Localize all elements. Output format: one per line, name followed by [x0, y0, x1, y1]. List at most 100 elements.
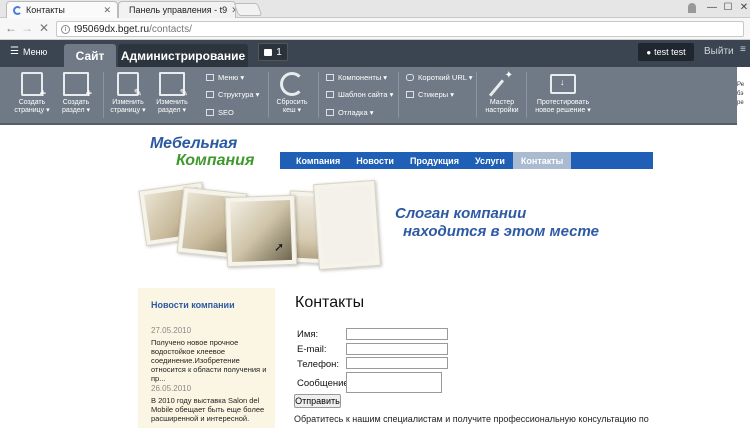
email-label: E-mail:: [297, 344, 327, 355]
edit-folder-icon: ✎: [159, 72, 188, 99]
close-tab-icon[interactable]: ✕: [103, 5, 111, 16]
edit-page-button[interactable]: ✎ Изменить страницу ▾: [106, 72, 150, 115]
debug-tool[interactable]: Отладка ▾: [326, 108, 374, 117]
banner-photo: [224, 194, 298, 268]
menu-tool-icon: [206, 74, 214, 81]
edit-page-label-2: страницу ▾: [110, 107, 146, 114]
close-window-icon[interactable]: ✕: [732, 0, 750, 16]
menu-tool[interactable]: Меню ▾: [206, 73, 244, 82]
reset-cache-label-1: Сбросить: [276, 99, 308, 106]
slogan-line1: Слоган компании: [395, 205, 527, 222]
banner-photo: [313, 179, 381, 271]
reset-cache-label-2: кеш ▾: [282, 107, 302, 114]
message-textarea[interactable]: [346, 372, 442, 393]
seo-tool-label: SEO: [218, 108, 234, 117]
create-page-button[interactable]: + Создать страницу ▾: [10, 72, 54, 115]
stop-loading-icon[interactable]: ✕: [37, 21, 51, 35]
news-title[interactable]: Новости компании: [151, 300, 235, 310]
edit-section-button[interactable]: ✎ Изменить раздел ▾: [150, 72, 194, 115]
toolbar-divider: [103, 72, 104, 118]
tab-administration[interactable]: Администрирование: [118, 44, 248, 67]
edit-page-label-1: Изменить: [112, 99, 144, 106]
setup-wizard-label-1: Мастер: [489, 99, 515, 106]
site-logo-line1[interactable]: Мебельная: [150, 135, 237, 153]
nav-item-news[interactable]: Новости: [348, 152, 402, 169]
tab-control-panel[interactable]: Панель управления - t9 ✕: [118, 1, 236, 18]
site-navigation: Компания Новости Продукция Услуги Контак…: [280, 152, 653, 169]
stickers-tool[interactable]: Стикеры ▾: [406, 90, 454, 99]
template-icon: [326, 91, 334, 98]
email-field[interactable]: [346, 343, 448, 355]
loading-icon: [13, 5, 22, 15]
tab-contacts[interactable]: Контакты ✕: [6, 1, 118, 18]
nav-item-services[interactable]: Услуги: [467, 152, 513, 169]
slogan-line2: находится в этом месте: [403, 223, 599, 240]
menu-button[interactable]: ☰ Меню: [10, 46, 47, 57]
news-text[interactable]: Получено новое прочное водостойкое клеев…: [151, 338, 269, 383]
nav-item-products[interactable]: Продукция: [402, 152, 467, 169]
nav-item-contacts[interactable]: Контакты: [512, 152, 572, 169]
tab-site[interactable]: Сайт: [64, 44, 116, 67]
notification-icon: [264, 48, 273, 56]
settings-icon[interactable]: ≡: [740, 44, 746, 55]
structure-tool[interactable]: Структура ▾: [206, 90, 259, 99]
create-page-label-1: Создать: [18, 99, 46, 106]
right-edge-cutoff: Ре бэ ре: [737, 67, 750, 125]
sticker-icon: [406, 91, 414, 98]
notification-count: 1: [276, 46, 282, 58]
menu-tool-label: Меню ▾: [218, 73, 245, 82]
test-new-solution-button[interactable]: ↓ Протестировать новое решение ▾: [534, 72, 592, 115]
mouse-cursor-icon: ➚: [274, 240, 285, 254]
name-field[interactable]: [346, 328, 448, 340]
test-solution-label-1: Протестировать: [536, 99, 590, 106]
site-logo-line2[interactable]: Компания: [176, 152, 254, 170]
logout-link[interactable]: Выйти: [704, 46, 734, 57]
reset-cache-button[interactable]: Сбросить кеш ▾: [270, 72, 314, 115]
setup-wizard-button[interactable]: ✦ Мастер настройки: [480, 71, 524, 115]
link-icon: [406, 74, 414, 81]
info-icon: i: [61, 24, 70, 34]
nav-item-company[interactable]: Компания: [288, 152, 348, 169]
short-url-tool[interactable]: Короткий URL ▾: [406, 73, 472, 82]
debug-icon: [326, 109, 334, 116]
site-template-tool[interactable]: Шаблон сайта ▾: [326, 90, 393, 99]
components-tool[interactable]: Компоненты ▾: [326, 73, 387, 82]
stickers-tool-label: Стикеры ▾: [418, 90, 454, 99]
new-tab-button[interactable]: [233, 3, 263, 16]
create-section-button[interactable]: + Создать раздел ▾: [54, 72, 98, 115]
seo-icon: [206, 109, 214, 116]
cutoff-text-3: ре: [737, 100, 744, 106]
seo-tool[interactable]: SEO: [206, 108, 234, 117]
news-date: 27.05.2010: [151, 326, 192, 335]
news-text[interactable]: В 2010 году выставка Salon del Mobile об…: [151, 396, 269, 423]
structure-icon: [206, 91, 214, 98]
user-menu[interactable]: ● test test: [638, 43, 694, 61]
menu-label: Меню: [22, 46, 48, 57]
name-label: Имя:: [297, 329, 319, 340]
components-tool-label: Компоненты ▾: [338, 73, 388, 82]
back-icon[interactable]: ←: [4, 21, 18, 35]
banner-photos: [138, 176, 388, 276]
url-path: /contacts/: [149, 23, 192, 35]
components-icon: [326, 74, 334, 81]
structure-tool-label: Структура ▾: [218, 90, 260, 99]
toolbar-divider: [268, 72, 269, 118]
forward-icon[interactable]: →: [20, 21, 34, 35]
cutoff-text-2: бэ: [737, 91, 744, 97]
toolbar-divider: [476, 72, 477, 118]
news-date: 26.05.2010: [151, 384, 192, 393]
tab-title: Контакты: [26, 5, 65, 15]
create-section-label-1: Создать: [62, 99, 90, 106]
user-icon: ●: [646, 47, 652, 57]
short-url-tool-label: Короткий URL ▾: [418, 73, 473, 82]
phone-label: Телефон:: [297, 359, 340, 370]
notifications-button[interactable]: 1: [258, 43, 288, 61]
new-folder-icon: +: [63, 72, 92, 100]
url-input[interactable]: i t95069dx.bget.ru/contacts/: [56, 21, 744, 37]
page-title: Контакты: [295, 294, 365, 311]
submit-button[interactable]: Отправить: [294, 394, 341, 408]
contact-description: Обратитесь к нашим специалистам и получи…: [294, 414, 649, 424]
phone-field[interactable]: [346, 357, 448, 369]
create-page-label-2: страницу ▾: [14, 107, 50, 114]
